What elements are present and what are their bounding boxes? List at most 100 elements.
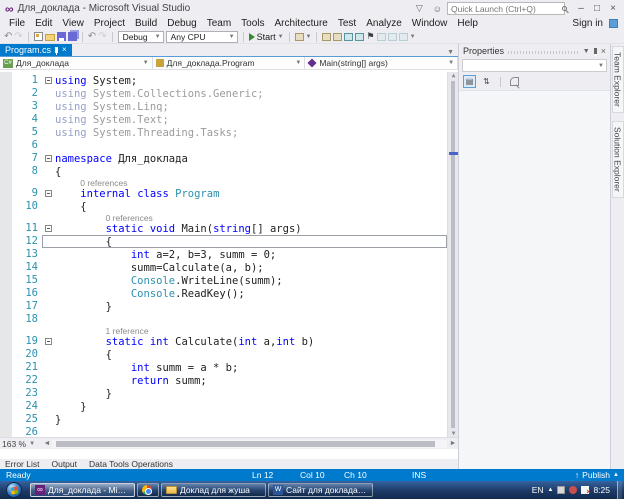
horizontal-scroll-thumb[interactable] [56, 441, 435, 447]
pin-tab-icon[interactable] [55, 47, 58, 53]
codelens-references[interactable]: 0 references [55, 179, 128, 186]
close-tab-icon[interactable]: × [62, 46, 67, 54]
solution-platform-select[interactable]: Any CPU▼ [166, 31, 238, 43]
quick-launch-input[interactable] [451, 4, 562, 14]
language-indicator[interactable]: EN [532, 485, 544, 495]
save-all-icon[interactable] [68, 32, 77, 41]
panel-tab-output[interactable]: Output [51, 459, 77, 469]
uncomment-icon[interactable] [388, 33, 397, 41]
code-lines: 1using System;2using System.Collections.… [12, 72, 447, 437]
bottom-panel-tabs: Error List Output Data Tools Operations [0, 459, 458, 469]
property-pages-icon[interactable] [508, 75, 521, 88]
taskbar-button-folder[interactable]: Доклад для жуша [161, 483, 266, 497]
properties-object-select[interactable]: ▼ [462, 59, 607, 72]
codelens-references[interactable]: 0 references [55, 214, 153, 221]
save-icon[interactable] [57, 32, 66, 41]
minimize-button[interactable]: – [573, 1, 589, 16]
feedback-icon[interactable]: ☺ [433, 4, 442, 14]
breakpoint-margin[interactable] [0, 72, 12, 437]
toolbar-overflow-caret[interactable]: ▼ [410, 34, 416, 40]
solution-configuration-select[interactable]: Debug▼ [118, 31, 164, 43]
document-list-caret[interactable]: ▼ [443, 49, 458, 56]
start-orb-button[interactable] [6, 482, 22, 498]
taskbar-button-word[interactable]: WСайт для доклада п... [268, 483, 373, 497]
menu-item-tools[interactable]: Tools [236, 18, 269, 29]
vertical-scroll-thumb[interactable] [451, 81, 455, 428]
sync-settings-icon[interactable] [609, 19, 618, 28]
navigate-forward-icon[interactable]: ↷ [14, 32, 22, 42]
indent-icon[interactable] [399, 33, 408, 41]
start-debug-icon[interactable] [249, 33, 255, 41]
type-dropdown[interactable]: Для_доклада.Program▼ [153, 57, 306, 69]
menu-item-debug[interactable]: Debug [162, 18, 201, 29]
menu-item-edit[interactable]: Edit [30, 18, 57, 29]
navigate-back-icon[interactable]: ↶ [4, 32, 12, 42]
fold-collapse-icon[interactable] [45, 338, 52, 345]
menu-item-team[interactable]: Team [202, 18, 236, 29]
fold-collapse-icon[interactable] [45, 77, 52, 84]
undo-icon[interactable]: ↶ [88, 32, 96, 42]
fold-collapse-icon[interactable] [45, 225, 52, 232]
side-tab-solution-explorer[interactable]: Solution Explorer [612, 121, 624, 198]
project-dropdown[interactable]: C# Для_доклада▼ [0, 57, 153, 69]
line-number: 19 [12, 335, 42, 348]
start-button[interactable]: Start [257, 32, 276, 42]
menu-item-project[interactable]: Project [89, 18, 130, 29]
publish-button[interactable]: ↑ Publish ▲ [575, 470, 619, 480]
scroll-right-icon[interactable]: ► [448, 440, 458, 447]
code-line: 8{ [12, 165, 447, 178]
scroll-left-icon[interactable]: ◄ [42, 440, 52, 447]
side-tab-team-explorer[interactable]: Team Explorer [612, 46, 624, 113]
tray-update-icon[interactable] [569, 486, 577, 494]
vertical-scrollbar[interactable]: ▲ ▼ [447, 72, 458, 437]
codelens-references[interactable]: 1 reference [55, 327, 149, 334]
fold-collapse-icon[interactable] [45, 190, 52, 197]
step-over-icon[interactable] [344, 33, 353, 41]
chrome-icon [142, 485, 152, 495]
menu-item-view[interactable]: View [57, 18, 89, 29]
restore-button[interactable]: □ [589, 1, 605, 16]
quick-launch-box[interactable] [447, 2, 565, 15]
fold-collapse-icon[interactable] [45, 155, 52, 162]
zoom-level-select[interactable]: 163 %▼ [0, 439, 42, 449]
code-line: 26 [12, 426, 447, 437]
redo-icon[interactable]: ↷ [98, 32, 106, 42]
find-in-files-icon[interactable] [322, 33, 331, 41]
tray-display-icon[interactable] [557, 486, 565, 494]
horizontal-scrollbar[interactable] [52, 440, 447, 448]
menu-item-analyze[interactable]: Analyze [361, 18, 407, 29]
navigate-to-icon[interactable] [333, 33, 342, 41]
tab-program-cs[interactable]: Program.cs × [0, 44, 72, 56]
hidden-icons-caret[interactable]: ▲ [548, 487, 554, 493]
start-options-caret[interactable]: ▼ [278, 34, 284, 40]
window-position-caret[interactable]: ▼ [583, 48, 590, 55]
show-desktop-button[interactable] [617, 481, 622, 499]
close-button[interactable]: × [605, 1, 621, 16]
alphabetical-icon[interactable]: ⇅ [480, 75, 493, 88]
taskbar-button-vs[interactable]: ∞Для_доклада - Micr... [30, 483, 135, 497]
code-editor[interactable]: 1using System;2using System.Collections.… [0, 72, 458, 437]
sign-in-button[interactable]: Sign in [566, 18, 609, 29]
notification-flag-icon[interactable]: ▽ [416, 3, 423, 14]
attach-to-process-icon[interactable] [295, 33, 304, 41]
auto-hide-pin-icon[interactable] [594, 48, 597, 54]
comment-out-icon[interactable] [377, 33, 386, 41]
tray-action-center-icon[interactable] [581, 486, 589, 494]
taskbar-button-chrome[interactable] [137, 483, 159, 497]
member-dropdown[interactable]: Main(string[] args)▼ [305, 57, 458, 69]
menu-item-file[interactable]: File [4, 18, 30, 29]
categorized-icon[interactable]: ▤ [463, 75, 476, 88]
menu-item-test[interactable]: Test [333, 18, 361, 29]
menu-item-build[interactable]: Build [130, 18, 162, 29]
bookmark-icon[interactable]: ⚑ [366, 31, 374, 42]
step-into-icon[interactable] [355, 33, 364, 41]
menu-item-architecture[interactable]: Architecture [270, 18, 333, 29]
open-file-icon[interactable] [45, 34, 55, 41]
menu-item-help[interactable]: Help [452, 18, 483, 29]
menu-item-window[interactable]: Window [407, 18, 453, 29]
clock[interactable]: 8:25 [593, 485, 610, 495]
close-panel-icon[interactable]: × [601, 46, 606, 56]
panel-tab-data-tools-operations[interactable]: Data Tools Operations [89, 459, 173, 469]
panel-tab-error-list[interactable]: Error List [5, 459, 39, 469]
new-project-icon[interactable] [34, 32, 43, 41]
